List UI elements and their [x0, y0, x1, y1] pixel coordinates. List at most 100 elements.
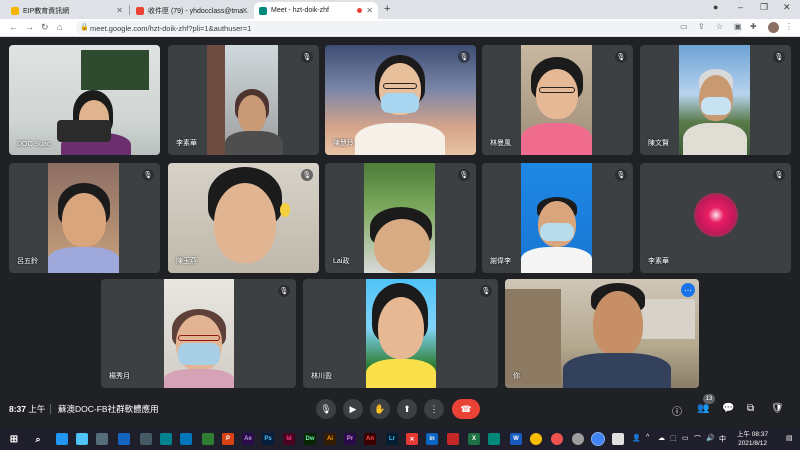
leave-call-button[interactable]: ☎ — [452, 399, 480, 419]
app-icon[interactable] — [140, 433, 152, 445]
participant-tile[interactable]: 🎙 陳慧玲 — [325, 45, 476, 155]
more-options-icon[interactable]: ⋯ — [681, 283, 695, 297]
app-icon[interactable] — [96, 433, 108, 445]
tab-gmail[interactable]: 收件匣 (79) - yhdocclass@tma... ✕ — [131, 2, 253, 19]
restore-icon[interactable]: ❐ — [760, 2, 768, 13]
mic-toggle-button[interactable]: 🎙 — [316, 399, 336, 419]
forward-icon[interactable]: → — [25, 22, 34, 32]
participant-tile[interactable]: 🎙 陳文賢 — [640, 45, 791, 155]
input-method-icon[interactable]: 中 — [719, 434, 726, 444]
tray-icon[interactable]: ☁ — [658, 434, 665, 442]
close-tab-icon[interactable]: ✕ — [366, 6, 373, 15]
self-tile[interactable]: ⋯ 你 — [505, 279, 699, 388]
share-icon[interactable]: ⇪ — [698, 22, 705, 31]
word-icon[interactable]: W — [510, 433, 522, 445]
activities-icon[interactable]: ⧉ — [747, 403, 754, 414]
participant-tile[interactable]: 🎙 呂五鈴 — [9, 163, 160, 273]
taskbar-clock[interactable]: 上午 08:37 2021/8/12 — [737, 430, 768, 448]
illustrator-icon[interactable]: Ai — [324, 433, 336, 445]
app-icon[interactable] — [447, 433, 459, 445]
meeting-control-bar: 8:37 上午 蘇澳DOC-FB社群軟體應用 🎙 ▶ ✋ ⬆ ⋮ ☎ ⓘ 👥 💬… — [0, 392, 800, 428]
present-screen-button[interactable]: ⬆ — [397, 399, 417, 419]
tray-icon[interactable]: ▭ — [682, 434, 689, 442]
more-options-button[interactable]: ⋮ — [424, 399, 444, 419]
app-icon[interactable] — [76, 433, 88, 445]
bookmark-star-icon[interactable]: ☆ — [716, 22, 723, 31]
app-icon[interactable] — [612, 433, 624, 445]
close-tab-icon[interactable]: ✕ — [116, 6, 123, 15]
participant-avatar — [694, 193, 738, 237]
host-controls-icon[interactable]: 🛡 — [771, 403, 784, 414]
muted-mic-icon: 🎙 — [480, 285, 492, 297]
participant-name: 陳玉燕 — [176, 258, 197, 265]
excel-icon[interactable]: X — [468, 433, 480, 445]
tab-eip[interactable]: EIP教育資訊網 ✕ — [6, 2, 128, 19]
app-icon[interactable] — [160, 433, 172, 445]
show-hidden-icons[interactable]: ^ — [646, 434, 649, 441]
home-icon[interactable]: ⌂ — [57, 22, 62, 32]
app-icon[interactable] — [488, 433, 500, 445]
held-phone — [57, 120, 111, 142]
muted-mic-icon: 🎙 — [142, 169, 154, 181]
chrome-active-icon[interactable] — [591, 432, 605, 446]
reload-icon[interactable]: ↻ — [41, 22, 49, 33]
participant-tile[interactable]: 🎙 楊秀月 — [101, 279, 296, 388]
lightroom-icon[interactable]: Lr — [386, 433, 398, 445]
meeting-clock: 8:37 上午 — [9, 403, 45, 415]
app-icon[interactable] — [202, 433, 214, 445]
dreamweaver-icon[interactable]: Dw — [304, 433, 316, 445]
after-effects-icon[interactable]: Ae — [242, 433, 254, 445]
meeting-title: 蘇澳DOC-FB社群軟體應用 — [58, 404, 159, 414]
camera-toggle-button[interactable]: ▶ — [343, 399, 363, 419]
people-icon[interactable]: 👥 — [697, 403, 709, 414]
windows-start-icon[interactable]: ⊞ — [8, 433, 20, 445]
close-window-icon[interactable]: ✕ — [783, 2, 791, 13]
participant-tile[interactable]: 🎙 李素華 — [640, 163, 791, 273]
chat-icon[interactable]: 💬 — [722, 403, 734, 414]
app-icon[interactable] — [551, 433, 563, 445]
notification-icon[interactable]: ▤ — [786, 434, 793, 442]
close-tab-icon[interactable]: ✕ — [241, 6, 248, 15]
tab-label: Meet - hzt-doik-zhf — [271, 7, 329, 14]
chrome-icon[interactable] — [530, 433, 542, 445]
participant-tile[interactable]: DOC Suao — [9, 45, 160, 155]
participant-tile[interactable]: 🎙 林川盈 — [303, 279, 498, 388]
participant-tile[interactable]: 🎙 林曼風 — [482, 45, 633, 155]
puzzle-extensions-icon[interactable]: ✚ — [750, 22, 757, 31]
linkedin-icon[interactable]: in — [426, 433, 438, 445]
back-icon[interactable]: ← — [9, 22, 18, 32]
app-icon[interactable]: ✕ — [406, 433, 418, 445]
url-field[interactable]: 🔒 meet.google.com/hzt-doik-zhf?pli=1&aut… — [76, 21, 742, 35]
animate-icon[interactable]: An — [364, 433, 376, 445]
indesign-icon[interactable]: Id — [283, 433, 295, 445]
meeting-details-icon[interactable]: ⓘ — [672, 403, 682, 418]
app-icon[interactable] — [56, 433, 68, 445]
participant-tile[interactable]: 🎙 謝偉李 — [482, 163, 633, 273]
profile-avatar[interactable] — [768, 22, 779, 33]
participant-tile[interactable]: 🎙 Lai政 — [325, 163, 476, 273]
participant-tile[interactable]: 🎙 陳玉燕 — [168, 163, 319, 273]
chrome-menu-icon[interactable]: ⋮ — [785, 22, 793, 31]
participant-tile[interactable]: 🎙 李素華 — [168, 45, 319, 155]
network-icon[interactable]: ⌒ — [694, 434, 701, 444]
tray-icon[interactable]: ⬚ — [670, 434, 677, 442]
powerpoint-icon[interactable]: P — [222, 433, 234, 445]
minimize-icon[interactable]: – — [738, 2, 743, 12]
app-icon[interactable] — [180, 433, 192, 445]
photoshop-icon[interactable]: Ps — [262, 433, 274, 445]
raise-hand-button[interactable]: ✋ — [370, 399, 390, 419]
participant-video — [9, 45, 160, 155]
volume-icon[interactable]: 🔊 — [706, 434, 715, 442]
extension-icon[interactable]: ▣ — [734, 22, 742, 31]
people-tray-icon[interactable]: 👤 — [632, 434, 641, 442]
premiere-icon[interactable]: Pr — [344, 433, 356, 445]
app-icon[interactable] — [118, 433, 130, 445]
tab-meet[interactable]: Meet - hzt-doik-zhf ✕ — [254, 2, 378, 19]
muted-mic-icon: 🎙 — [615, 169, 627, 181]
app-icon[interactable] — [572, 433, 584, 445]
camera-permission-icon[interactable]: ▭ — [680, 22, 688, 31]
search-icon[interactable]: ⌕ — [32, 433, 44, 445]
tab-label: 收件匣 (79) - yhdocclass@tma... — [148, 7, 249, 15]
media-control-icon[interactable]: ● — [713, 2, 718, 12]
new-tab-button[interactable]: + — [384, 3, 390, 15]
